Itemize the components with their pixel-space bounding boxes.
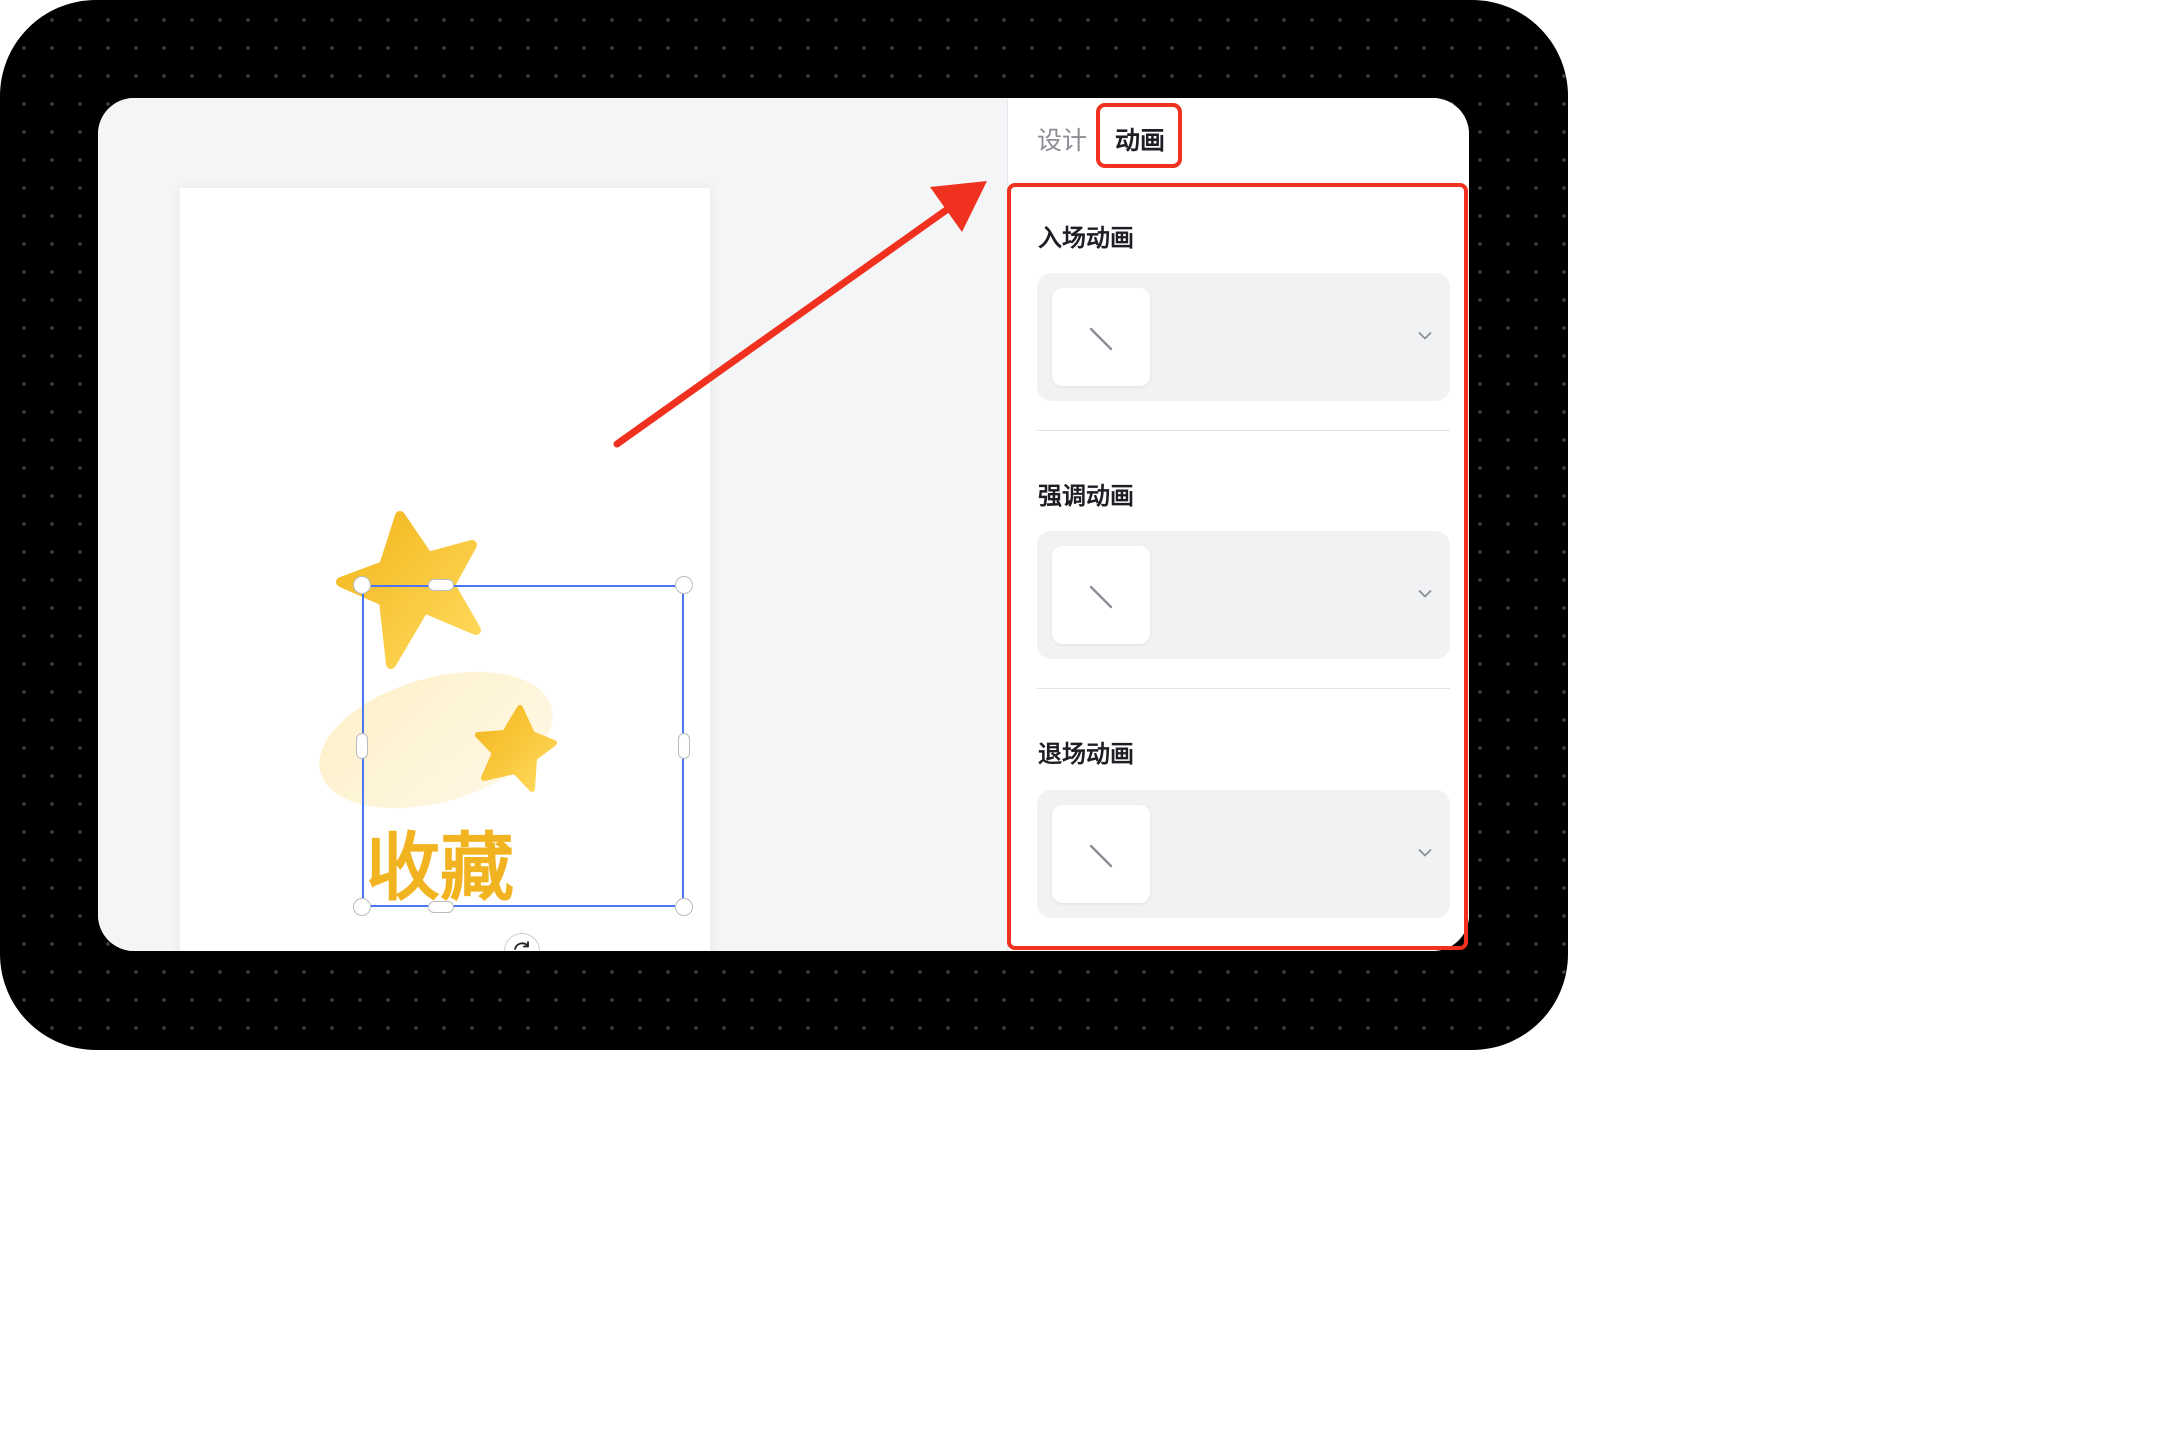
emphasis-animation-select[interactable] — [1037, 531, 1450, 659]
entrance-animation-title: 入场动画 — [1038, 224, 1134, 252]
none-slash-icon — [1089, 327, 1113, 351]
canvas-area: 收藏 — [98, 98, 1007, 951]
resize-handle-right[interactable] — [678, 733, 690, 759]
editor-window: 收藏 设计 动画 入场动画 强调动画 退场动画 — [98, 98, 1469, 951]
artboard[interactable]: 收藏 — [180, 188, 710, 951]
emphasis-animation-thumbnail — [1052, 546, 1150, 644]
resize-handle-bottom[interactable] — [428, 901, 454, 913]
exit-animation-title: 退场动画 — [1038, 740, 1134, 768]
resize-handle-top-right[interactable] — [675, 576, 693, 594]
selection-box[interactable] — [362, 585, 684, 907]
resize-handle-left[interactable] — [356, 733, 368, 759]
emphasis-animation-title: 强调动画 — [1038, 482, 1134, 510]
chevron-down-icon — [1418, 332, 1432, 340]
section-divider — [1037, 688, 1450, 689]
section-divider — [1037, 430, 1450, 431]
resize-handle-top-left[interactable] — [353, 576, 371, 594]
tab-animation[interactable]: 动画 — [1115, 124, 1165, 158]
entrance-animation-thumbnail — [1052, 288, 1150, 386]
tab-design[interactable]: 设计 — [1037, 124, 1087, 158]
exit-animation-thumbnail — [1052, 805, 1150, 903]
properties-panel: 设计 动画 入场动画 强调动画 退场动画 — [1007, 98, 1469, 951]
resize-handle-bottom-left[interactable] — [353, 898, 371, 916]
none-slash-icon — [1089, 844, 1113, 868]
rotate-icon — [514, 941, 529, 950]
chevron-down-icon — [1418, 849, 1432, 857]
none-slash-icon — [1089, 585, 1113, 609]
dotted-background: 收藏 设计 动画 入场动画 强调动画 退场动画 — [0, 0, 1568, 1050]
entrance-animation-select[interactable] — [1037, 273, 1450, 401]
exit-animation-select[interactable] — [1037, 790, 1450, 918]
chevron-down-icon — [1418, 590, 1432, 598]
resize-handle-top[interactable] — [428, 579, 454, 591]
resize-handle-bottom-right[interactable] — [675, 898, 693, 916]
